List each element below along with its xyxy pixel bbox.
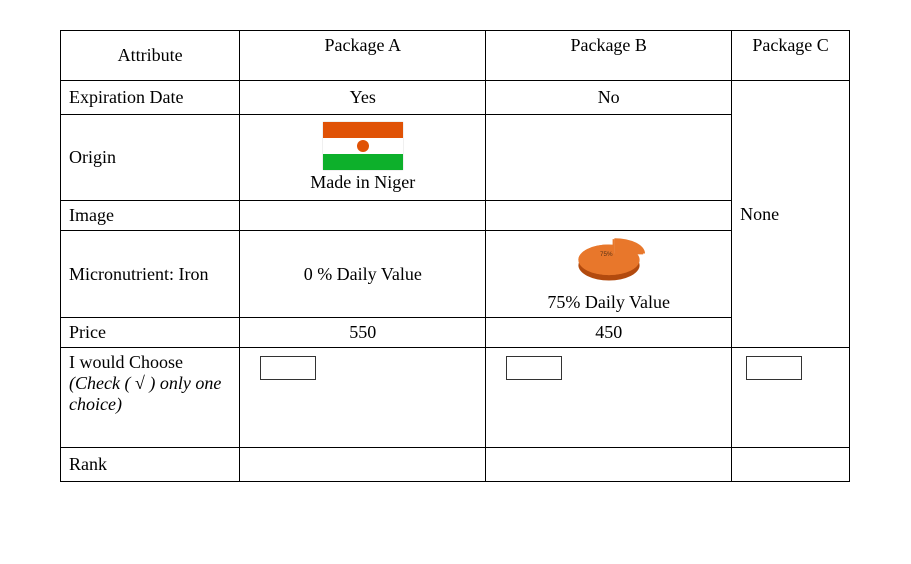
- header-package-a: Package A: [240, 31, 486, 81]
- cell-micro-pkg-b: 75% 75% Daily Value: [486, 231, 732, 318]
- cell-rank-pkg-b[interactable]: [486, 448, 732, 482]
- cell-pkg-c-none: None: [732, 81, 850, 348]
- attr-rank: Rank: [61, 448, 240, 482]
- header-attribute: Attribute: [61, 31, 240, 81]
- origin-caption-a: Made in Niger: [310, 172, 415, 193]
- choose-checkbox-b[interactable]: [506, 356, 562, 380]
- attr-choose: I would Choose (Check ( √ ) only one cho…: [61, 348, 240, 448]
- cell-choose-pkg-b: [486, 348, 732, 448]
- attr-image: Image: [61, 201, 240, 231]
- choose-checkbox-a[interactable]: [260, 356, 316, 380]
- choice-experiment-table: Attribute Package A Package B Package C …: [60, 30, 850, 482]
- cell-price-pkg-b: 450: [486, 318, 732, 348]
- cell-choose-pkg-a: [240, 348, 486, 448]
- cell-image-pkg-a: [240, 201, 486, 231]
- choose-label-line1: I would Choose: [69, 352, 183, 372]
- cell-image-pkg-b: [486, 201, 732, 231]
- choose-checkbox-c[interactable]: [746, 356, 802, 380]
- header-package-b: Package B: [486, 31, 732, 81]
- micro-caption-b: 75% Daily Value: [547, 292, 670, 313]
- choose-label-line2: (Check ( √ ) only one choice): [69, 373, 221, 414]
- cell-exp-pkg-b: No: [486, 81, 732, 115]
- attr-origin: Origin: [61, 115, 240, 201]
- cell-rank-pkg-a[interactable]: [240, 448, 486, 482]
- header-package-c: Package C: [732, 31, 850, 81]
- attr-micronutrient-iron: Micronutrient: Iron: [61, 231, 240, 318]
- cell-origin-pkg-a: Made in Niger: [240, 115, 486, 201]
- pie-label: 75%: [600, 251, 613, 258]
- attr-price: Price: [61, 318, 240, 348]
- niger-flag-icon: [323, 122, 403, 170]
- cell-micro-pkg-a: 0 % Daily Value: [240, 231, 486, 318]
- cell-rank-pkg-c[interactable]: [732, 448, 850, 482]
- pie-chart-75-icon: 75%: [564, 235, 654, 290]
- cell-origin-pkg-b: [486, 115, 732, 201]
- cell-exp-pkg-a: Yes: [240, 81, 486, 115]
- cell-choose-pkg-c: [732, 348, 850, 448]
- cell-price-pkg-a: 550: [240, 318, 486, 348]
- attr-expiration-date: Expiration Date: [61, 81, 240, 115]
